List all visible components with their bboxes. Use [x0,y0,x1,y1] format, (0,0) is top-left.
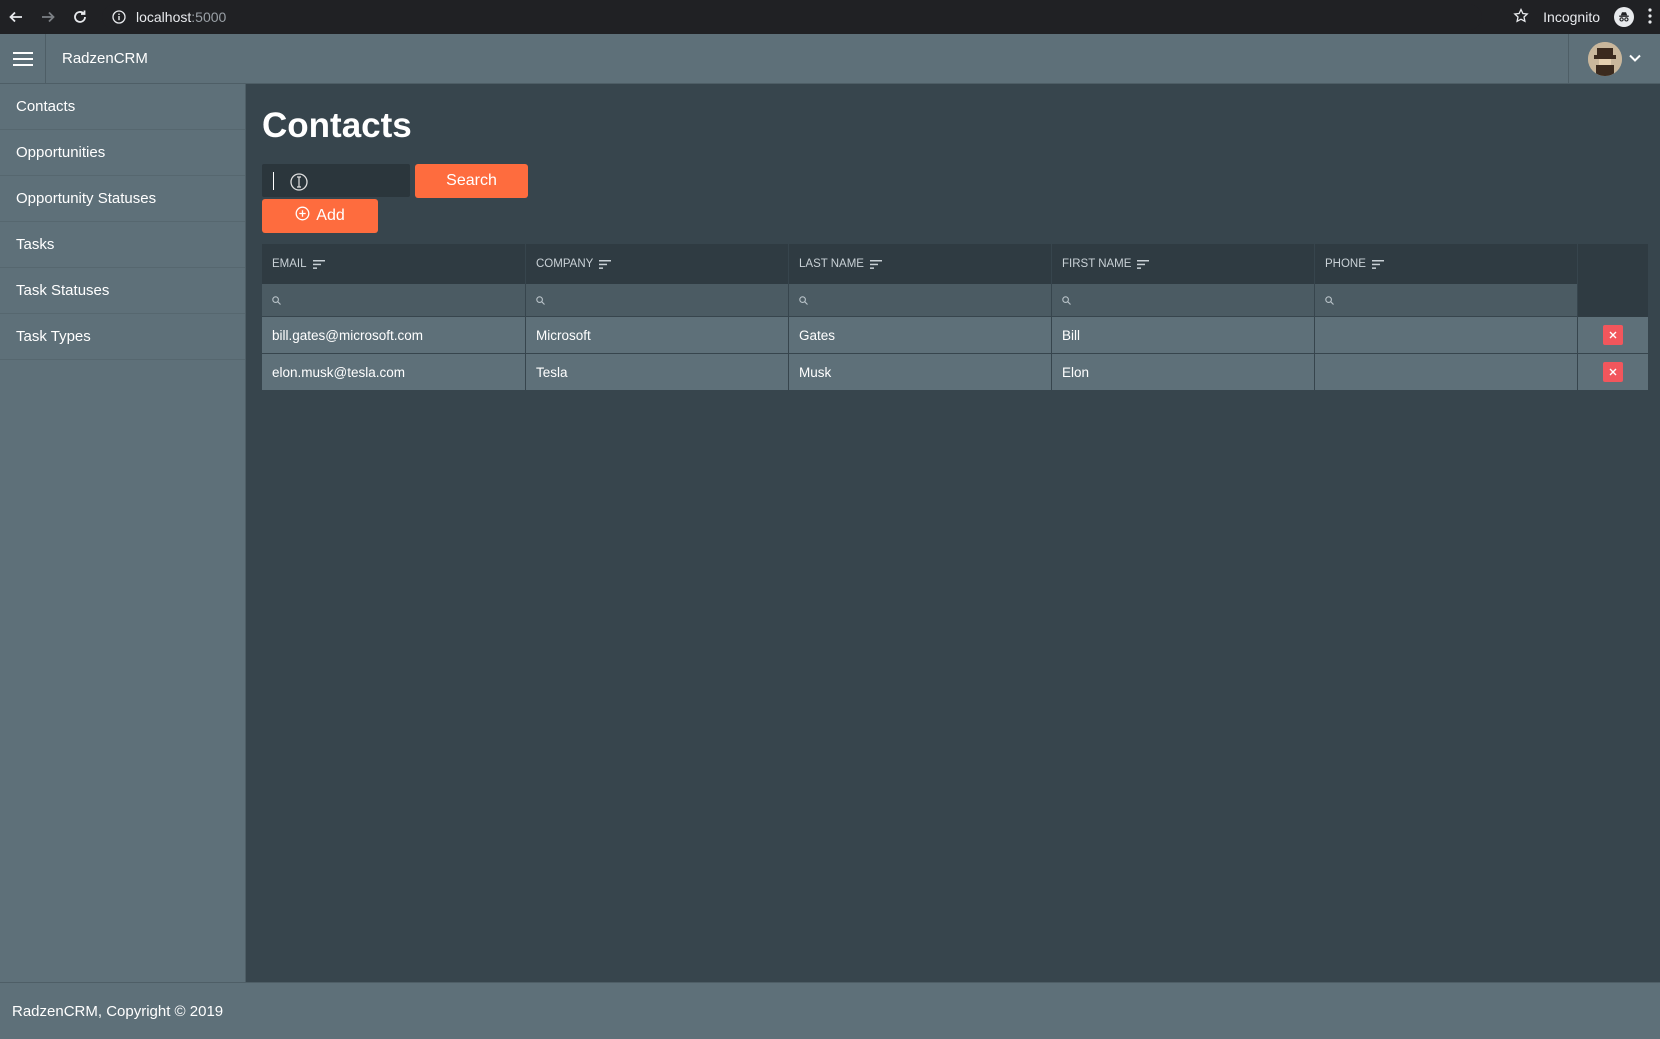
cell-email: bill.gates@microsoft.com [262,317,526,354]
info-icon [112,10,126,24]
search-input[interactable] [263,165,409,196]
sidebar: Contacts Opportunities Opportunity Statu… [0,84,246,982]
sidebar-item-label: Opportunity Statuses [16,190,157,207]
delete-button[interactable] [1603,362,1623,382]
filter-phone[interactable] [1315,284,1578,316]
column-header-label: FIRST NAME [1062,258,1132,270]
incognito-icon[interactable] [1614,7,1634,27]
profile-menu[interactable] [1568,34,1660,84]
column-header-label: EMAIL [272,258,307,270]
contacts-grid: EMAIL COMPANY LAST NAME FIRST NAME PHONE… [262,244,1648,391]
sidebar-item-contacts[interactable]: Contacts [0,84,245,130]
sort-icon[interactable] [1137,259,1150,269]
chevron-down-icon [1628,50,1642,68]
sidebar-item-label: Tasks [16,236,55,253]
sort-icon[interactable] [312,259,325,269]
cell-last-name: Gates [789,317,1052,354]
sidebar-item-label: Opportunities [16,144,106,161]
delete-button[interactable] [1603,325,1623,345]
column-header-label: COMPANY [536,258,594,270]
search-button-label: Search [446,172,497,189]
search-icon [1062,293,1071,308]
avatar [1587,42,1622,76]
search-icon [272,293,281,308]
page-title: Contacts [262,106,412,145]
footer-copyright: RadzenCRM, Copyright © 2019 [12,1002,224,1020]
search-field[interactable] [262,164,410,197]
cell-company: Microsoft [526,317,789,354]
footer: RadzenCRM, Copyright © 2019 [0,982,1660,1039]
sort-icon[interactable] [599,259,612,269]
browser-toolbar: localhost:5000 Incognito [0,0,1660,34]
sidebar-item-label: Task Statuses [16,282,110,299]
back-icon[interactable] [0,0,32,34]
reload-icon[interactable] [64,0,96,34]
cell-email: elon.musk@tesla.com [262,354,526,391]
column-header-label: LAST NAME [799,258,864,270]
search-icon [536,293,545,308]
browser-menu-icon[interactable] [1648,7,1652,27]
add-button[interactable]: Add [262,199,378,233]
sidebar-item-tasks[interactable]: Tasks [0,222,245,268]
column-header-company[interactable]: COMPANY [526,244,789,284]
url-port: :5000 [191,9,227,25]
sidebar-item-label: Task Types [16,328,91,345]
sidebar-item-opportunities[interactable]: Opportunities [0,130,245,176]
incognito-label: Incognito [1543,9,1600,25]
sidebar-item-label: Contacts [16,98,76,115]
url-host: localhost [136,9,192,25]
add-circle-icon [295,206,310,226]
sort-icon[interactable] [1371,259,1384,269]
filter-last-name[interactable] [789,284,1052,316]
forward-icon[interactable] [32,0,64,34]
cell-actions [1578,354,1648,391]
cell-first-name: Bill [1052,317,1315,354]
actions-column-header [1578,244,1648,317]
cell-phone [1315,354,1578,391]
column-header-label: PHONE [1325,258,1366,270]
search-icon [799,293,808,308]
filter-first-name[interactable] [1052,284,1315,316]
table-row[interactable]: bill.gates@microsoft.com Microsoft Gates… [262,317,1648,354]
sort-icon[interactable] [869,259,882,269]
close-icon [1609,368,1617,376]
column-header-first-name[interactable]: FIRST NAME [1052,244,1315,284]
address-bar[interactable]: localhost:5000 [102,4,1482,30]
close-icon [1609,331,1617,339]
main-content: Contacts Search Add EMAIL COMPANY LAST N… [246,84,1660,982]
add-button-label: Add [316,207,345,224]
cell-phone [1315,317,1578,354]
filter-company[interactable] [526,284,789,316]
column-header-email[interactable]: EMAIL [262,244,526,284]
sidebar-item-opportunity-statuses[interactable]: Opportunity Statuses [0,176,245,222]
search-icon [1325,293,1334,308]
cell-actions [1578,317,1648,354]
column-header-last-name[interactable]: LAST NAME [789,244,1052,284]
search-button[interactable]: Search [415,164,528,198]
app-title: RadzenCRM [62,50,148,67]
grid-filter-row [262,284,1578,316]
cell-first-name: Elon [1052,354,1315,391]
bookmark-star-icon[interactable] [1513,7,1529,27]
cell-last-name: Musk [789,354,1052,391]
cell-company: Tesla [526,354,789,391]
column-header-phone[interactable]: PHONE [1315,244,1578,284]
sidebar-item-task-types[interactable]: Task Types [0,314,245,360]
grid-header-row: EMAIL COMPANY LAST NAME FIRST NAME PHONE [262,244,1578,284]
table-row[interactable]: elon.musk@tesla.com Tesla Musk Elon [262,354,1648,391]
hamburger-menu-icon[interactable] [0,33,46,84]
sidebar-item-task-statuses[interactable]: Task Statuses [0,268,245,314]
app-header: RadzenCRM [0,33,1660,84]
filter-email[interactable] [262,284,526,316]
